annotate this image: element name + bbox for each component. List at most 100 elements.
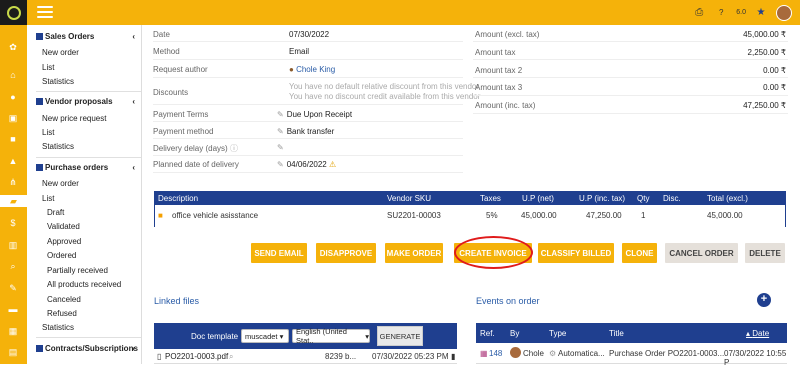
- user-avatar[interactable]: [776, 4, 792, 21]
- event-row[interactable]: ▦ 148 Chole ⚙ Automatica... Purchase Ord…: [476, 343, 787, 367]
- payment-method-label: Payment method: [153, 127, 214, 136]
- folder-icon[interactable]: ▬: [7, 303, 19, 315]
- search-icon[interactable]: ⌕: [7, 260, 19, 272]
- sidebar-item-draft[interactable]: Draft: [47, 208, 64, 217]
- send-email-button[interactable]: SEND EMAIL: [251, 243, 307, 263]
- pencil-icon[interactable]: ✎: [277, 160, 284, 169]
- sidebar-item-list[interactable]: List: [42, 194, 54, 203]
- delete-button[interactable]: DELETE: [745, 243, 785, 263]
- help-icon[interactable]: ?: [714, 6, 728, 20]
- event-icon: ▦: [480, 349, 488, 358]
- events-title: Events on order: [476, 296, 540, 306]
- language-select[interactable]: English (United Stat.. ▾: [292, 327, 370, 345]
- pencil-icon[interactable]: ✎: [277, 127, 284, 136]
- sidebar-section-sales-orders[interactable]: Sales Orders ‹: [36, 30, 141, 43]
- section-icon: [36, 98, 43, 105]
- discount-note-1: You have no default relative discount fr…: [289, 82, 480, 91]
- disapprove-button[interactable]: DISAPPROVE: [316, 243, 376, 263]
- calendar-icon[interactable]: ▦: [7, 325, 19, 337]
- divider: [153, 77, 463, 78]
- event-title[interactable]: Purchase Order PO2201-0003...: [609, 349, 724, 358]
- tree-icon[interactable]: ⋔: [7, 176, 19, 188]
- gear-icon: ⚙: [549, 349, 557, 358]
- date-value: 07/30/2022: [289, 30, 330, 39]
- clone-button[interactable]: CLONE: [622, 243, 657, 263]
- pencil-icon[interactable]: ✎: [277, 143, 284, 152]
- sidebar-item-refused[interactable]: Refused: [47, 309, 77, 318]
- classify-billed-button[interactable]: CLASSIFY BILLED: [538, 243, 614, 263]
- sidebar-item-partially-received[interactable]: Partially received: [47, 266, 108, 275]
- user-icon[interactable]: ●: [7, 91, 19, 103]
- cancel-order-button[interactable]: CANCEL ORDER: [665, 243, 738, 263]
- chevron-left-icon[interactable]: ‹: [132, 163, 135, 172]
- chevron-left-icon[interactable]: ‹: [132, 97, 135, 106]
- sidebar-item-list[interactable]: List: [42, 63, 54, 72]
- section-icon: [36, 345, 43, 352]
- sidebar-item-statistics[interactable]: Statistics: [42, 77, 74, 86]
- sidebar-item-new-order[interactable]: New order: [42, 48, 79, 57]
- sidebar-item-ordered[interactable]: Ordered: [47, 251, 76, 260]
- chevron-left-icon[interactable]: ‹: [132, 32, 135, 41]
- agenda-icon[interactable]: ▤: [7, 346, 19, 358]
- sidebar-section-contracts[interactable]: Contracts/Subscriptions ‹: [36, 342, 141, 355]
- chevron-left-icon[interactable]: ‹: [132, 344, 135, 353]
- shop-icon[interactable]: ▣: [7, 112, 19, 124]
- template-select[interactable]: muscadet ▾: [241, 329, 289, 343]
- tools-icon[interactable]: ✎: [7, 282, 19, 294]
- print-icon[interactable]: ⎙: [692, 6, 706, 20]
- pencil-icon[interactable]: ✎: [277, 110, 284, 119]
- leaf-icon[interactable]: ✿: [7, 41, 19, 53]
- section-icon: [36, 33, 43, 40]
- sidebar-item-all-products-received[interactable]: All products received: [47, 280, 121, 289]
- app-logo[interactable]: [0, 0, 27, 25]
- amount-tax-label: Amount tax: [475, 48, 516, 57]
- divider: [153, 155, 463, 156]
- file-icon: ▯: [157, 352, 162, 361]
- author-link[interactable]: ● Chole King: [289, 65, 335, 74]
- event-ref[interactable]: 148: [489, 349, 502, 358]
- divider: [36, 91, 141, 92]
- amount-tax3-label: Amount tax 3: [475, 83, 523, 92]
- box-icon[interactable]: ■: [7, 133, 19, 145]
- date-label: Date: [153, 30, 170, 39]
- sidebar-item-approved[interactable]: Approved: [47, 237, 81, 246]
- generate-button[interactable]: GENERATE: [377, 326, 423, 346]
- sidebar-item-validated[interactable]: Validated: [47, 222, 80, 231]
- briefcase-icon[interactable]: ▰: [0, 195, 27, 207]
- divider: [473, 77, 788, 78]
- bookmark-star-icon[interactable]: ★: [754, 6, 768, 20]
- home-icon[interactable]: ⌂: [7, 69, 19, 81]
- file-link[interactable]: PO2201-0003.pdf: [165, 352, 228, 361]
- table-row[interactable]: ■ office vehicle asisstance SU2201-00003…: [155, 205, 785, 227]
- cell-description[interactable]: office vehicle asisstance: [172, 211, 258, 220]
- sidebar-item-new-price-request[interactable]: New price request: [42, 114, 106, 123]
- sidebar-item-statistics[interactable]: Statistics: [42, 323, 74, 332]
- divider: [153, 41, 463, 42]
- trash-icon[interactable]: ▮: [451, 352, 455, 361]
- make-order-button[interactable]: MAKE ORDER: [385, 243, 443, 263]
- coins-icon[interactable]: $: [7, 217, 19, 229]
- col-up-inc: U.P (inc. tax): [579, 194, 626, 203]
- bank-icon[interactable]: ▥: [7, 239, 19, 251]
- sidebar-item-canceled[interactable]: Canceled: [47, 295, 81, 304]
- file-row: ▯ PO2201-0003.pdf ⌕ 8239 b... 07/30/2022…: [154, 349, 457, 364]
- sidebar-item-list[interactable]: List: [42, 128, 54, 137]
- amount-excl-label: Amount (excl. tax): [475, 30, 540, 39]
- preview-icon[interactable]: ⌕: [229, 352, 233, 362]
- sidebar-item-new-order[interactable]: New order: [42, 179, 79, 188]
- delivery-delay-edit[interactable]: ✎: [277, 143, 287, 152]
- amount-tax-value: 2,250.00 ₹: [747, 48, 786, 57]
- ship-icon[interactable]: ▲: [7, 155, 19, 167]
- menu-toggle-icon[interactable]: [37, 6, 53, 19]
- planned-date-value[interactable]: ✎ 04/06/2022 ⚠: [277, 160, 336, 169]
- col-date-sort[interactable]: ▴ Date: [746, 329, 769, 338]
- sidebar-section-vendor-proposals[interactable]: Vendor proposals ‹: [36, 95, 141, 108]
- sidebar-section-purchase-orders[interactable]: Purchase orders ‹: [36, 161, 141, 174]
- sidebar-item-statistics[interactable]: Statistics: [42, 142, 74, 151]
- payment-terms-value[interactable]: ✎ Due Upon Receipt: [277, 110, 352, 119]
- highlight-circle: [454, 236, 533, 269]
- cell-vendor-sku: SU2201-00003: [387, 211, 441, 220]
- add-event-icon[interactable]: +: [757, 293, 771, 307]
- method-label: Method: [153, 47, 180, 56]
- payment-method-value[interactable]: ✎ Bank transfer: [277, 127, 334, 136]
